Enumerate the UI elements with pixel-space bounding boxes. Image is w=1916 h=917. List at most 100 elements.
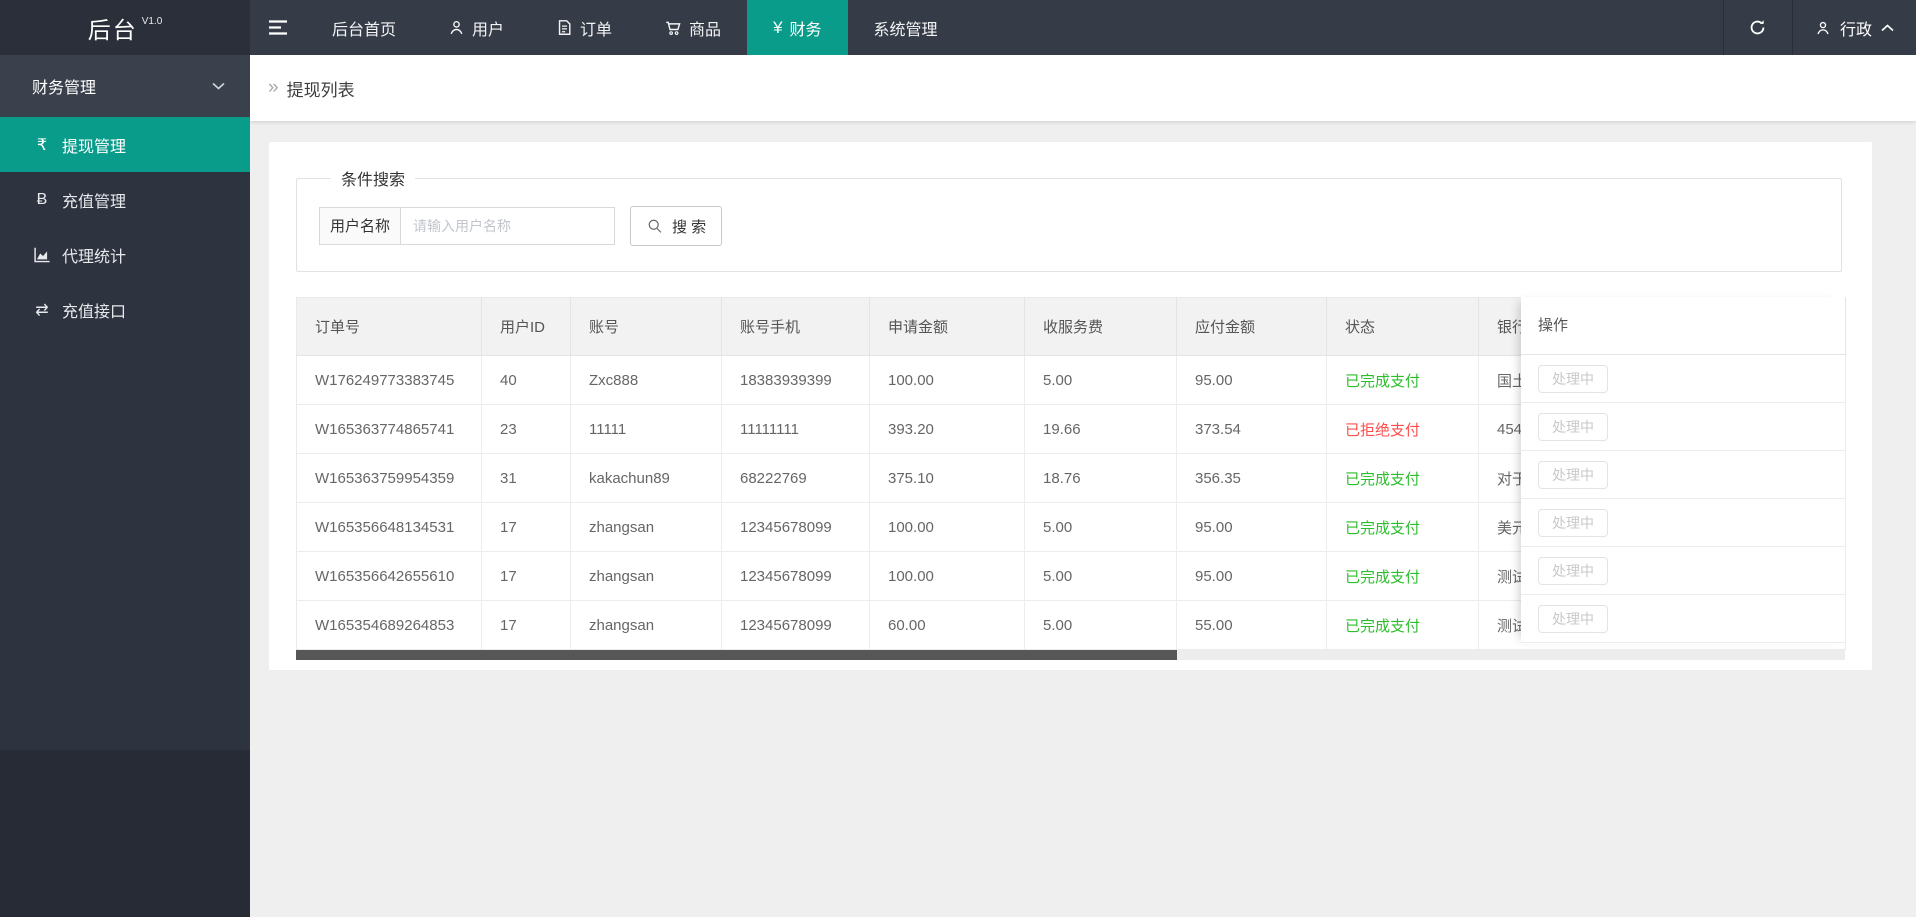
sidebar-item-recharge-api[interactable]: ⇄ 充值接口: [0, 282, 250, 337]
column-header: 账号: [570, 297, 722, 356]
status-cell: 已完成支付: [1326, 502, 1479, 552]
order-no-cell: W165354689264853: [296, 600, 482, 650]
topnav-item-home[interactable]: 后台首页: [306, 0, 422, 55]
topbar: 后台 V1.0 后台首页 用户 订单 商品 ¥ 财务 系统管理 行政: [0, 0, 1916, 55]
column-header: 应付金额: [1176, 297, 1327, 356]
sidebar-item-label: 充值接口: [62, 303, 127, 321]
refresh-button[interactable]: [1722, 0, 1793, 55]
exchange-icon: ⇄: [35, 301, 49, 319]
horizontal-scrollbar-thumb[interactable]: [296, 650, 1177, 660]
phone-cell: 12345678099: [721, 551, 870, 601]
refresh-icon: [1748, 18, 1767, 37]
search-legend: 条件搜索: [341, 172, 406, 189]
status-badge: 已完成支付: [1345, 519, 1421, 537]
user-id-cell: 23: [481, 404, 571, 454]
topnav-item-label: 系统管理: [873, 21, 938, 39]
order-no-cell: W176249773383745: [296, 355, 482, 405]
processing-button[interactable]: 处理中: [1538, 412, 1608, 441]
search-button[interactable]: 搜 索: [630, 206, 723, 246]
sidebar: 财务管理 ₹ 提现管理 Ƀ 充值管理代理统计 ⇄ 充值接口: [0, 55, 250, 917]
username-field-label: 用户名称: [319, 207, 402, 245]
chevron-up-icon: [1881, 23, 1894, 32]
sidebar-item-agent-stats[interactable]: 代理统计: [0, 227, 250, 282]
action-rows: 处理中 处理中 处理中 处理中 处理中 处理中: [1521, 355, 1845, 643]
column-header: 用户ID: [481, 297, 571, 356]
status-badge: 已拒绝支付: [1345, 421, 1421, 439]
sidebar-item-withdraw[interactable]: ₹ 提现管理: [0, 117, 250, 172]
processing-button[interactable]: 处理中: [1538, 604, 1608, 633]
status-cell: 已完成支付: [1326, 551, 1479, 601]
status-badge: 已完成支付: [1345, 617, 1421, 635]
amount-cell: 100.00: [869, 355, 1025, 405]
account-cell: zhangsan: [570, 551, 722, 601]
amount-cell: 100.00: [869, 551, 1025, 601]
fee-cell: 5.00: [1024, 600, 1177, 650]
column-header: 状态: [1326, 297, 1479, 356]
processing-button[interactable]: 处理中: [1538, 460, 1608, 489]
order-icon: [556, 19, 573, 36]
sidebar-collapse-button[interactable]: [250, 0, 306, 55]
topnav-item-finance[interactable]: ¥ 财务: [747, 0, 848, 55]
sidebar-section-finance[interactable]: 财务管理: [0, 55, 250, 117]
topnav-item-goods[interactable]: 商品: [638, 0, 747, 55]
fee-cell: 18.76: [1024, 453, 1177, 503]
account-cell: zhangsan: [570, 502, 722, 552]
user-id-cell: 31: [481, 453, 571, 503]
account-cell: kakachun89: [570, 453, 722, 503]
payable-cell: 55.00: [1176, 600, 1327, 650]
column-header: 申请金额: [869, 297, 1025, 356]
amount-cell: 393.20: [869, 404, 1025, 454]
action-row: 处理中: [1521, 547, 1845, 595]
phone-cell: 12345678099: [721, 600, 870, 650]
account-cell: Zxc888: [570, 355, 722, 405]
fee-cell: 5.00: [1024, 355, 1177, 405]
sidebar-item-recharge[interactable]: Ƀ 充值管理: [0, 172, 250, 227]
topnav-item-system[interactable]: 系统管理: [848, 0, 964, 55]
amount-cell: 100.00: [869, 502, 1025, 552]
processing-button[interactable]: 处理中: [1538, 556, 1608, 585]
action-row: 处理中: [1521, 499, 1845, 547]
status-cell: 已完成支付: [1326, 453, 1479, 503]
person-icon: [1815, 20, 1831, 36]
sidebar-submenu: ₹ 提现管理 Ƀ 充值管理代理统计 ⇄ 充值接口: [0, 117, 250, 337]
action-row: 处理中: [1521, 355, 1845, 403]
sidebar-section-label: 财务管理: [32, 80, 97, 97]
status-badge: 已完成支付: [1345, 568, 1421, 586]
chevron-down-icon: [212, 82, 225, 90]
payable-cell: 95.00: [1176, 355, 1327, 405]
processing-button[interactable]: 处理中: [1538, 508, 1608, 537]
topnav-item-users[interactable]: 用户: [422, 0, 530, 55]
payable-cell: 373.54: [1176, 404, 1327, 454]
processing-button[interactable]: 处理中: [1538, 364, 1608, 393]
topnav-item-label: 财务: [789, 21, 822, 39]
user-menu[interactable]: 行政: [1793, 0, 1916, 55]
order-no-cell: W165356642655610: [296, 551, 482, 601]
sidebar-item-label: 充值管理: [62, 193, 127, 211]
action-fixed-column: 操作 处理中 处理中 处理中 处理中 处理中 处理中: [1521, 297, 1845, 644]
user-icon: [448, 19, 465, 36]
search-fieldset: 条件搜索 用户名称 搜 索: [296, 166, 1842, 272]
status-badge: 已完成支付: [1345, 372, 1421, 390]
breadcrumb: » 提现列表: [250, 55, 1916, 121]
withdraw-list-card: 条件搜索 用户名称 搜 索 订单号用户ID账号账号手机申请金额收服务费应付金额状…: [269, 142, 1872, 670]
search-icon: [646, 217, 664, 235]
topnav-item-label: 商品: [689, 21, 722, 39]
phone-cell: 68222769: [721, 453, 870, 503]
topnav-item-label: 订单: [580, 21, 613, 39]
username-input[interactable]: [401, 207, 616, 245]
fee-cell: 5.00: [1024, 502, 1177, 552]
amount-cell: 60.00: [869, 600, 1025, 650]
status-badge: 已完成支付: [1345, 470, 1421, 488]
content-area: 条件搜索 用户名称 搜 索 订单号用户ID账号账号手机申请金额收服务费应付金额状…: [250, 121, 1916, 917]
user-id-cell: 17: [481, 502, 571, 552]
topnav-item-label: 后台首页: [332, 21, 397, 39]
sidebar-item-label: 代理统计: [62, 248, 127, 266]
column-header: 订单号: [296, 297, 482, 356]
menu-icon: [268, 20, 288, 35]
amount-cell: 375.10: [869, 453, 1025, 503]
order-no-cell: W165363759954359: [296, 453, 482, 503]
topnav-item-orders[interactable]: 订单: [530, 0, 638, 55]
horizontal-scrollbar-track[interactable]: [296, 650, 1845, 660]
status-cell: 已完成支付: [1326, 355, 1479, 405]
phone-cell: 18383939399: [721, 355, 870, 405]
